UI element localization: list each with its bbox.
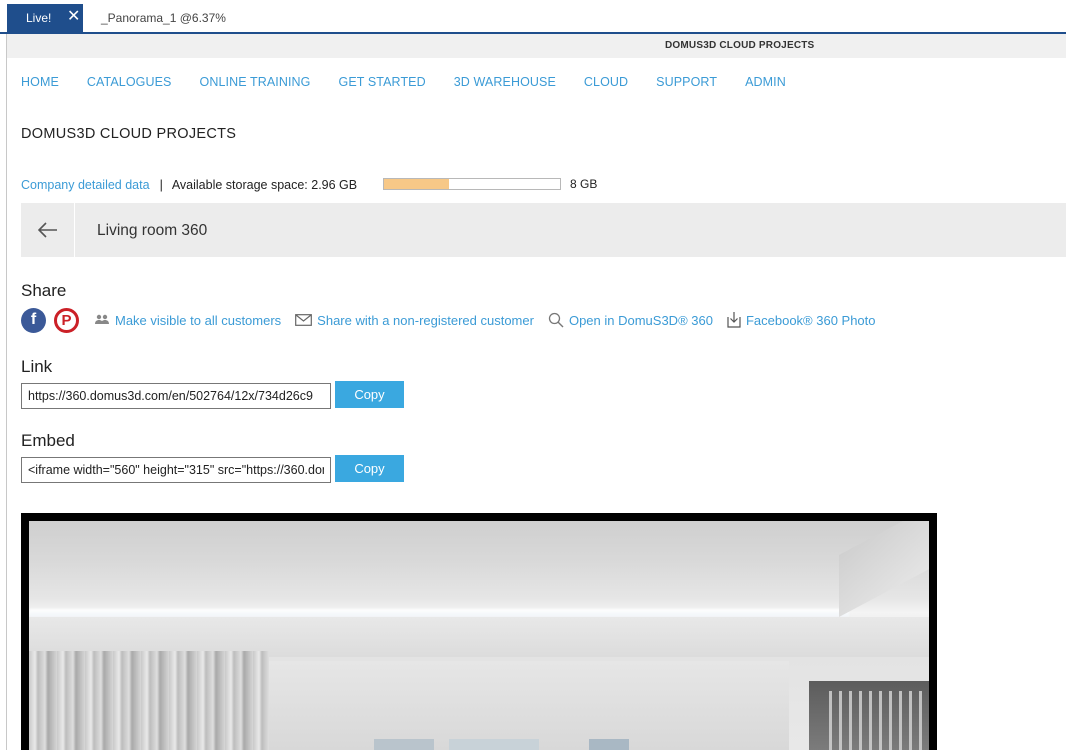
project-header: Living room 360 bbox=[21, 203, 1066, 257]
storage-row: Company detailed data | Available storag… bbox=[21, 177, 597, 193]
share-row: f P Make visible to all customers Share … bbox=[21, 307, 890, 333]
envelope-icon bbox=[295, 314, 313, 326]
close-icon[interactable]: ✕ bbox=[67, 8, 80, 26]
back-wall bbox=[269, 661, 789, 750]
birch-wallpaper bbox=[29, 651, 269, 750]
arrow-left-icon bbox=[38, 222, 57, 238]
separator: | bbox=[159, 178, 163, 192]
copy-embed-button[interactable]: Copy bbox=[335, 455, 404, 482]
top-banner: DOMUS3D CLOUD PROJECTS bbox=[7, 34, 1066, 58]
search-icon bbox=[548, 312, 564, 328]
open-in-domus3d-link[interactable]: Open in DomuS3D® 360 bbox=[548, 312, 713, 328]
tab-live[interactable]: Live! ✕ bbox=[7, 4, 83, 32]
nav-cloud[interactable]: CLOUD bbox=[584, 75, 628, 89]
pinterest-icon[interactable]: P bbox=[54, 307, 79, 333]
copy-link-button[interactable]: Copy bbox=[335, 381, 404, 408]
banner-title: DOMUS3D CLOUD PROJECTS bbox=[665, 40, 815, 51]
embed-title: Embed bbox=[21, 431, 75, 450]
open-in-domus3d-label: Open in DomuS3D® 360 bbox=[568, 312, 713, 328]
facebook-360-photo-label: Facebook® 360 Photo bbox=[745, 312, 876, 328]
ceiling-recess bbox=[839, 521, 929, 617]
tab-live-label: Live! bbox=[26, 11, 52, 25]
ceiling-led-strip bbox=[29, 609, 849, 617]
download-icon bbox=[727, 312, 741, 328]
nav-online-training[interactable]: ONLINE TRAINING bbox=[200, 75, 311, 89]
link-title: Link bbox=[21, 357, 53, 376]
storage-max-label: 8 GB bbox=[570, 177, 598, 191]
nav-home[interactable]: HOME bbox=[21, 75, 59, 89]
company-detailed-data-link[interactable]: Company detailed data bbox=[21, 178, 150, 192]
tab-strip: Live! ✕ _Panorama_1 @6.37% bbox=[0, 0, 1066, 34]
make-visible-link[interactable]: Make visible to all customers bbox=[94, 313, 281, 328]
main-nav: HOME CATALOGUES ONLINE TRAINING GET STAR… bbox=[21, 75, 814, 89]
storage-progress-bar bbox=[383, 178, 561, 190]
page-title: DOMUS3D CLOUD PROJECTS bbox=[21, 126, 237, 142]
shelf-item bbox=[589, 739, 629, 750]
nav-support[interactable]: SUPPORT bbox=[656, 75, 717, 89]
shelf-item bbox=[449, 739, 539, 750]
share-non-registered-link[interactable]: Share with a non-registered customer bbox=[295, 313, 534, 328]
nav-admin[interactable]: ADMIN bbox=[745, 75, 786, 89]
storage-progress-fill bbox=[384, 179, 450, 189]
make-visible-label: Make visible to all customers bbox=[115, 312, 282, 328]
shelf-item bbox=[374, 739, 434, 750]
nav-get-started[interactable]: GET STARTED bbox=[339, 75, 426, 89]
project-name: Living room 360 bbox=[97, 222, 208, 239]
nav-3d-warehouse[interactable]: 3D WAREHOUSE bbox=[454, 75, 556, 89]
back-button[interactable] bbox=[21, 203, 75, 257]
users-icon bbox=[95, 314, 109, 324]
facebook-360-photo-link[interactable]: Facebook® 360 Photo bbox=[727, 312, 876, 328]
panorama-image[interactable] bbox=[29, 521, 929, 750]
facebook-icon[interactable]: f bbox=[21, 307, 46, 333]
panorama-viewer[interactable] bbox=[21, 513, 937, 750]
window-blinds bbox=[829, 691, 929, 750]
available-storage-label: Available storage space: 2.96 GB bbox=[171, 178, 358, 192]
tab-panorama[interactable]: _Panorama_1 @6.37% bbox=[101, 11, 226, 25]
embed-code-input[interactable] bbox=[21, 457, 331, 483]
nav-catalogues[interactable]: CATALOGUES bbox=[87, 75, 172, 89]
share-non-registered-label: Share with a non-registered customer bbox=[317, 312, 534, 328]
share-title: Share bbox=[21, 281, 67, 300]
link-url-input[interactable] bbox=[21, 383, 331, 409]
left-edge-divider bbox=[0, 34, 7, 750]
